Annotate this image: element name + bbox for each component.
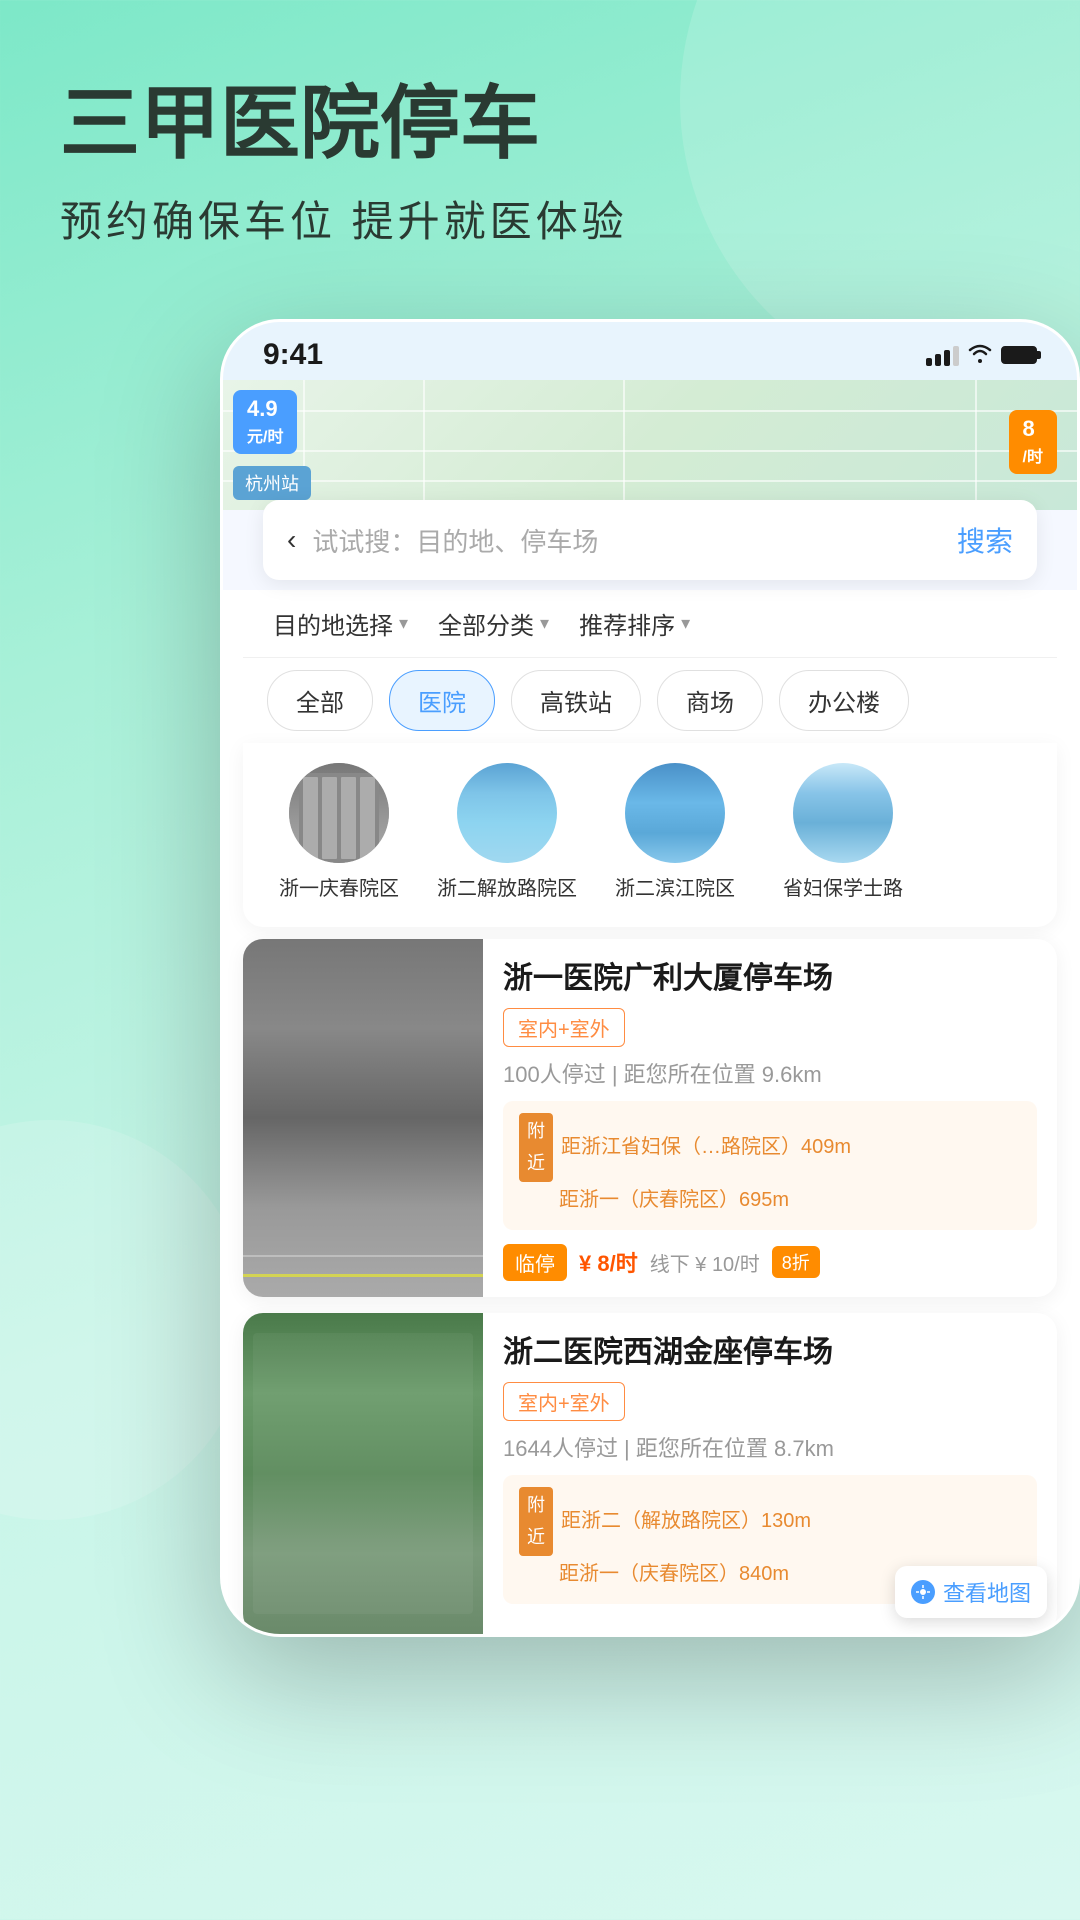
map-btn-icon [911,1580,935,1604]
hospital-avatar-3 [625,763,725,863]
hospital-name-3: 浙二滨江院区 [615,875,735,903]
card-stats-2: 1644人停过 | 距您所在位置 8.7km [503,1431,1037,1463]
hospital-item-2[interactable]: 浙二解放路院区 [427,763,587,903]
battery-icon [1001,346,1037,364]
hospital-avatar-2 [457,763,557,863]
price-row-1: 临停 ¥ 8/时 线下 ¥ 10/时 8折 [503,1244,1037,1281]
view-map-button[interactable]: 查看地图 [895,1566,1047,1618]
parking-image-1 [243,939,483,1297]
hospital-avatar-4 [793,763,893,863]
parking-name-1: 浙一医院广利大厦停车场 [503,959,1037,998]
card-stats-1: 100人停过 | 距您所在位置 9.6km [503,1057,1037,1089]
hospital-item-3[interactable]: 浙二滨江院区 [595,763,755,903]
price-marker: 4.9元/时 [233,390,297,454]
parking-content-1: 浙一医院广利大厦停车场 室内+室外 100人停过 | 距您所在位置 9.6km … [483,939,1057,1297]
hospital-name-2: 浙二解放路院区 [437,875,577,903]
search-bar[interactable]: ‹ 试试搜：目的地、停车场 搜索 [263,500,1037,580]
category-tabs: 全部 医院 高铁站 商场 办公楼 [243,657,1057,743]
nearby-row-3: 附近 距浙二（解放路院区）130m [519,1487,1021,1556]
search-input[interactable]: 试试搜：目的地、停车场 [312,522,941,559]
status-icons [926,341,1037,369]
station-label: 杭州站 [233,466,311,500]
price-main-1: ¥ 8/时 [579,1246,638,1278]
hospital-name-1: 浙一庆春院区 [279,875,399,903]
signal-icon [926,344,959,366]
type-badge-2: 室内+室外 [503,1382,625,1421]
parking-name-2: 浙二医院西湖金座停车场 [503,1333,1037,1372]
phone-mockup-wrapper: 9:41 [220,319,1080,1637]
filter-arrow-1: ▾ [399,613,408,634]
nearby-row-2: 距浙一（庆春院区）695m [519,1182,1021,1218]
search-button[interactable]: 搜索 [957,520,1013,560]
parking-image-2 [243,1313,483,1634]
bg-circle-2 [0,1120,250,1520]
second-card-wrapper: 浙二医院西湖金座停车场 室内+室外 1644人停过 | 距您所在位置 8.7km… [223,1313,1077,1634]
hospital-item-4[interactable]: 省妇保学士路 [763,763,923,903]
search-container-bg: ‹ 试试搜：目的地、停车场 搜索 [223,510,1077,590]
temp-badge-1: 临停 [503,1244,567,1281]
header-area: 三甲医院停车 预约确保车位 提升就医体验 [0,0,1080,289]
filter-destination[interactable]: 目的地选择 ▾ [273,606,408,641]
wifi-icon [967,341,993,369]
map-background: 4.9元/时 杭州站 8/时 [223,380,1077,510]
back-button[interactable]: ‹ [287,524,296,556]
tab-office[interactable]: 办公楼 [779,670,909,731]
filter-arrow-2: ▾ [540,613,549,634]
status-bar: 9:41 [223,322,1077,380]
hospital-name-4: 省妇保学士路 [783,875,903,903]
tab-mall[interactable]: 商场 [657,670,763,731]
hospital-item-1[interactable]: 浙一庆春院区 [259,763,419,903]
filter-arrow-3: ▾ [681,613,690,634]
nearby-badge-1: 附近 [519,1113,553,1182]
tab-all[interactable]: 全部 [267,670,373,731]
tab-train[interactable]: 高铁站 [511,670,641,731]
type-badge-1: 室内+室外 [503,1008,625,1047]
nearby-info-1: 附近 距浙江省妇保（…路院区）409m 距浙一（庆春院区）695m [503,1101,1037,1230]
discount-badge-1: 8折 [772,1246,820,1278]
filter-row: 目的地选择 ▾ 全部分类 ▾ 推荐排序 ▾ [243,590,1057,657]
filter-category[interactable]: 全部分类 ▾ [438,606,549,641]
parking-card-1[interactable]: 浙一医院广利大厦停车场 室内+室外 100人停过 | 距您所在位置 9.6km … [243,939,1057,1297]
hospital-avatar-1 [289,763,389,863]
nearby-badge-2: 附近 [519,1487,553,1556]
nearby-row-1: 附近 距浙江省妇保（…路院区）409m [519,1113,1021,1182]
filter-sort[interactable]: 推荐排序 ▾ [579,606,690,641]
tab-hospital[interactable]: 医院 [389,670,495,731]
price-marker-2: 8/时 [1009,410,1057,474]
sub-title: 预约确保车位 提升就医体验 [60,188,1020,249]
main-title: 三甲医院停车 [60,80,1020,168]
price-original-1: 线下 ¥ 10/时 [650,1248,760,1277]
status-time: 9:41 [263,338,323,372]
hospital-row: 浙一庆春院区 浙二解放路院区 浙二滨江院区 省妇保学士路 [243,743,1057,927]
map-btn-label: 查看地图 [943,1576,1031,1608]
phone-mockup: 9:41 [220,319,1080,1637]
